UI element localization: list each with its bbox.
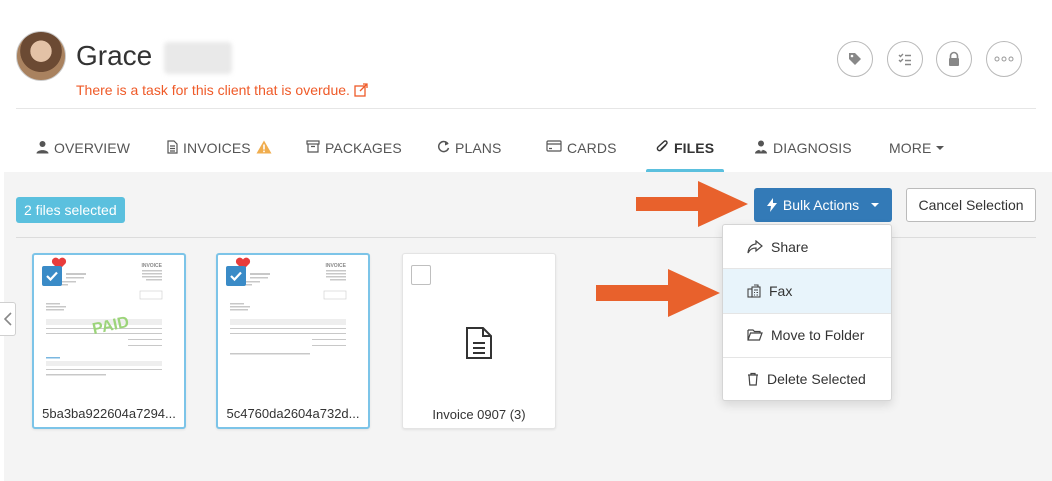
annotation-arrow-fax [596, 269, 720, 317]
menu-item-share[interactable]: Share [723, 225, 891, 269]
profile-tabs: OVERVIEW INVOICES PACKAGES PLANS CARDS F… [0, 128, 1052, 172]
more-options-icon[interactable] [986, 41, 1022, 77]
file-select-checkbox[interactable] [226, 266, 246, 286]
annotation-arrow-bulk-actions [636, 181, 748, 227]
bulk-actions-menu: Share Fax Move to Folder Delete Selected [722, 224, 892, 401]
refresh-icon [437, 140, 450, 153]
menu-item-move-to-folder[interactable]: Move to Folder [723, 313, 891, 357]
scroll-left-button[interactable] [0, 302, 16, 336]
fax-icon [747, 284, 761, 298]
tab-invoices-label: INVOICES [183, 140, 251, 156]
bulk-actions-button[interactable]: Bulk Actions [754, 188, 892, 222]
tab-packages[interactable]: PACKAGES [306, 128, 402, 172]
menu-item-delete-label: Delete Selected [767, 371, 866, 387]
tab-more-label: MORE [889, 140, 932, 156]
folder-icon [747, 329, 763, 341]
tab-overview[interactable]: OVERVIEW [36, 128, 130, 172]
external-link-icon [354, 83, 368, 97]
tab-plans[interactable]: PLANS [437, 128, 501, 172]
paperclip-icon [656, 140, 668, 152]
warning-icon [256, 140, 272, 154]
chevron-left-icon [3, 312, 12, 326]
redacted-last-name [164, 42, 232, 74]
paid-stamp: PAID [91, 314, 131, 338]
file-name: Invoice 0907 (3) [432, 407, 526, 422]
menu-item-move-label: Move to Folder [771, 327, 865, 343]
file-card[interactable]: Invoice 0907 (3) [402, 253, 556, 429]
package-icon [306, 140, 320, 153]
invoice-thumbnail: INVOICE PAID [42, 259, 176, 401]
tab-overview-label: OVERVIEW [54, 140, 131, 156]
checkmark-icon [46, 271, 58, 282]
header-divider [16, 108, 1036, 109]
document-icon [167, 140, 178, 154]
trash-icon [748, 372, 758, 386]
menu-item-delete-selected[interactable]: Delete Selected [723, 357, 891, 401]
file-card[interactable]: INVOICE 5c4760da2604a732d... [216, 253, 370, 429]
file-select-checkbox[interactable] [411, 265, 431, 285]
invoice-thumbnail: INVOICE [226, 259, 360, 401]
lightning-icon [766, 198, 777, 212]
file-card[interactable]: INVOICE PAID 5ba3ba922604a7294... [32, 253, 186, 429]
selected-count-badge: 2 files selected [16, 197, 125, 223]
chevron-down-icon [871, 203, 880, 207]
document-icon [466, 327, 492, 359]
file-select-checkbox[interactable] [42, 266, 62, 286]
card-icon [546, 140, 562, 152]
tab-more[interactable]: MORE [889, 128, 945, 172]
tab-files[interactable]: FILES [645, 128, 725, 172]
tab-cards-label: CARDS [567, 140, 617, 156]
file-name: 5c4760da2604a732d... [226, 406, 360, 421]
menu-item-fax[interactable]: Fax [723, 269, 891, 313]
lock-icon[interactable] [936, 41, 972, 77]
file-name: 5ba3ba922604a7294... [42, 406, 176, 421]
tab-packages-label: PACKAGES [325, 140, 402, 156]
tag-icon[interactable] [837, 41, 873, 77]
menu-item-share-label: Share [771, 239, 809, 255]
diagnosis-icon [755, 140, 767, 154]
overdue-task-notice[interactable]: There is a task for this client that is … [76, 82, 368, 98]
thumb-invoice-word: INVOICE [141, 263, 162, 269]
bulk-actions-label: Bulk Actions [782, 197, 860, 213]
checkmark-icon [230, 271, 242, 282]
client-name: Grace [76, 40, 153, 71]
tab-plans-label: PLANS [455, 140, 502, 156]
user-icon [36, 141, 49, 154]
tab-diagnosis[interactable]: DIAGNOSIS [754, 128, 852, 172]
tab-files-label: FILES [674, 140, 715, 156]
menu-item-fax-label: Fax [769, 283, 793, 299]
client-profile-page: Grace There is a task for this client th… [0, 0, 1052, 481]
tab-invoices[interactable]: INVOICES [167, 128, 272, 172]
overdue-notice-text: There is a task for this client that is … [76, 82, 350, 98]
share-icon [747, 240, 763, 254]
chevron-down-icon [936, 146, 945, 150]
checklist-icon[interactable] [887, 41, 923, 77]
client-avatar [16, 31, 66, 81]
tab-diagnosis-label: DIAGNOSIS [773, 140, 852, 156]
thumb-invoice-word: INVOICE [325, 263, 346, 269]
tab-cards[interactable]: CARDS [546, 128, 617, 172]
cancel-selection-button[interactable]: Cancel Selection [906, 188, 1036, 222]
